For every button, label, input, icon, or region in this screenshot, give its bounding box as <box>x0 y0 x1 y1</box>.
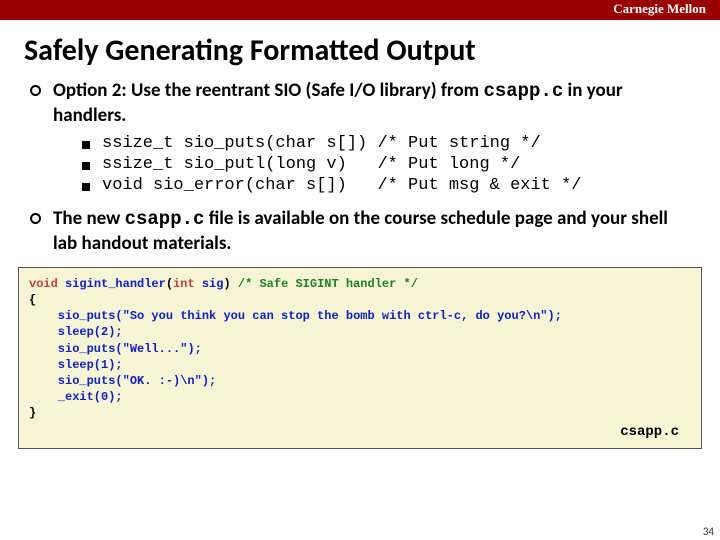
bullet-1-code: csapp.c <box>483 80 563 102</box>
institution-label: Carnegie Mellon <box>613 1 706 16</box>
bullet-2: The new csapp.c file is available on the… <box>30 207 690 256</box>
line6: _exit(0); <box>29 390 123 404</box>
kw-void: void <box>29 277 58 291</box>
circle-bullet-icon <box>30 85 41 96</box>
brace-open: { <box>29 293 36 307</box>
paren-open: ( <box>166 277 173 291</box>
arg: sig <box>195 277 224 291</box>
sub-item-2-text: ssize_t sio_putl(long v) /* Put long */ <box>102 155 520 174</box>
line3a: sio_puts( <box>29 342 123 356</box>
bullet-2-pre: The new <box>53 207 125 230</box>
page-number: 34 <box>703 525 714 538</box>
line2: sleep(2); <box>29 325 123 339</box>
slide-content: Option 2: Use the reentrant SIO (Safe I/… <box>0 73 720 257</box>
sub-list: ssize_t sio_puts(char s[]) /* Put string… <box>30 134 690 195</box>
line5c: ); <box>202 374 216 388</box>
slide-title: Safely Generating Formatted Output <box>0 20 720 73</box>
code-caption: csapp.c <box>29 421 691 442</box>
line4: sleep(1); <box>29 358 123 372</box>
line1c: ); <box>548 309 562 323</box>
comment: /* Safe SIGINT handler */ <box>238 277 418 291</box>
bullet-1-pre: Option 2: Use the reentrant SIO (Safe I/… <box>53 79 483 102</box>
bullet-1-text: Option 2: Use the reentrant SIO (Safe I/… <box>53 79 690 128</box>
line3b: "Well..." <box>123 342 188 356</box>
kw-int: int <box>173 277 195 291</box>
sub-item-1-text: ssize_t sio_puts(char s[]) /* Put string… <box>102 134 541 153</box>
line3c: ); <box>187 342 201 356</box>
bullet-1: Option 2: Use the reentrant SIO (Safe I/… <box>30 79 690 128</box>
fn-name: sigint_handler <box>58 277 166 291</box>
sub-item-3: void sio_error(char s[]) /* Put msg & ex… <box>82 176 690 195</box>
line1a: sio_puts( <box>29 309 123 323</box>
line5b: "OK. :-)\n" <box>123 374 202 388</box>
sub-item-2: ssize_t sio_putl(long v) /* Put long */ <box>82 155 690 174</box>
brace-close: } <box>29 406 36 420</box>
circle-bullet-icon <box>30 213 41 224</box>
square-bullet-icon <box>82 162 90 170</box>
code-block: void sigint_handler(int sig) /* Safe SIG… <box>18 267 702 450</box>
square-bullet-icon <box>82 141 90 149</box>
line1b: "So you think you can stop the bomb with… <box>123 309 548 323</box>
square-bullet-icon <box>82 183 90 191</box>
bullet-2-text: The new csapp.c file is available on the… <box>53 207 690 256</box>
institution-header: Carnegie Mellon <box>0 0 720 20</box>
bullet-2-code: csapp.c <box>125 208 205 230</box>
line5a: sio_puts( <box>29 374 123 388</box>
paren-close: ) <box>223 277 237 291</box>
sub-item-3-text: void sio_error(char s[]) /* Put msg & ex… <box>102 176 581 195</box>
sub-item-1: ssize_t sio_puts(char s[]) /* Put string… <box>82 134 690 153</box>
